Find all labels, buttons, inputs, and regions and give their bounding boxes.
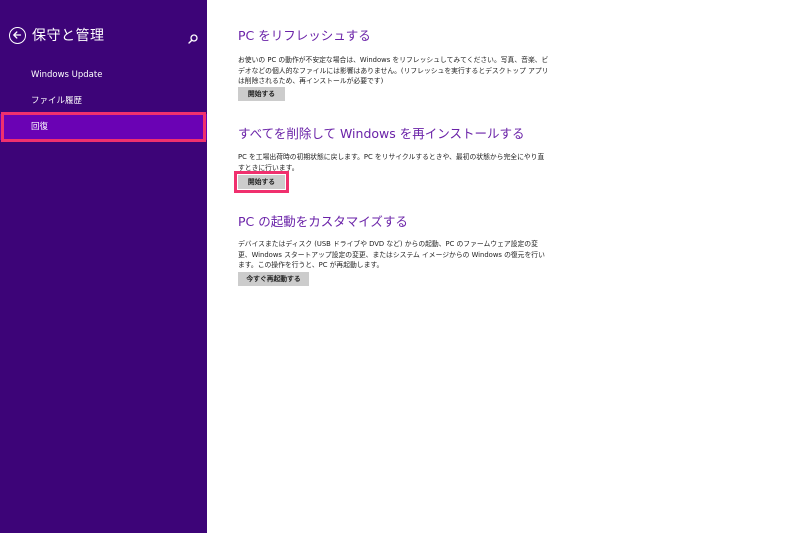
sidebar-item-label: ファイル履歴: [31, 96, 83, 106]
back-arrow-icon: [13, 31, 22, 39]
section-title-startup: PC の起動をカスタマイズする: [238, 214, 408, 229]
sidebar-item-label: Windows Update: [31, 70, 103, 80]
restart-now-button[interactable]: 今すぐ再起動する: [238, 272, 309, 286]
start-refresh-button[interactable]: 開始する: [238, 87, 285, 101]
sidebar-item-recovery[interactable]: 回復: [0, 114, 207, 140]
section-title-reinstall: すべてを削除して Windows を再インストールする: [238, 126, 525, 141]
search-icon: [188, 34, 198, 44]
section-desc-refresh: お使いの PC の動作が不安定な場合は、Windows をリフレッシュしてみてく…: [238, 56, 549, 85]
section-desc-startup: デバイスまたはディスク (USB ドライブや DVD など) からの起動、PC …: [238, 240, 545, 269]
sidebar-item-label: 回復: [31, 122, 49, 132]
sidebar-item-windows-update[interactable]: Windows Update: [0, 62, 207, 88]
section-title-refresh: PC をリフレッシュする: [238, 28, 371, 43]
sidebar-item-file-history[interactable]: ファイル履歴: [0, 88, 207, 114]
section-desc-reinstall: PC を工場出荷時の初期状態に戻します。PC をリサイクルするときや、最初の状態…: [238, 153, 545, 172]
settings-window: 保守と管理 Windows Update ファイル履歴 回復 PC をリフレッシ…: [0, 0, 800, 533]
search-button[interactable]: [187, 30, 199, 44]
sidebar: 保守と管理 Windows Update ファイル履歴 回復: [0, 0, 207, 533]
back-button[interactable]: [9, 27, 26, 44]
start-reinstall-button[interactable]: 開始する: [238, 175, 285, 189]
sidebar-title: 保守と管理: [32, 28, 105, 44]
